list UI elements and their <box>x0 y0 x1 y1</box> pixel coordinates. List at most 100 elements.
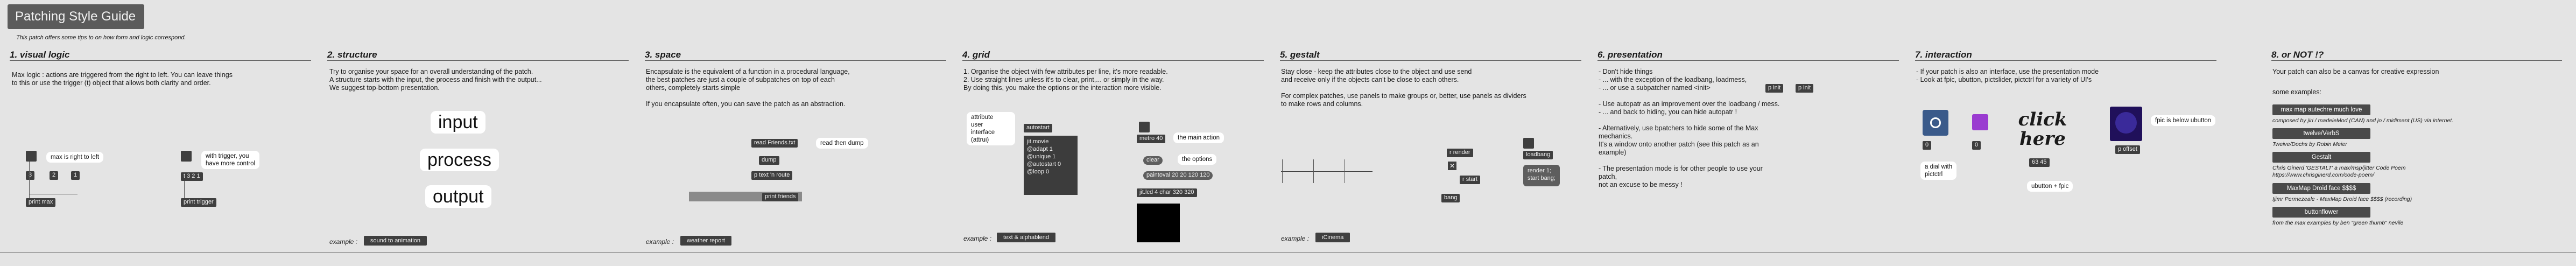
section-rule <box>962 60 1264 61</box>
section-rule <box>1915 60 2216 61</box>
comment-bubble: fpic is below ubutton <box>2151 115 2216 126</box>
p-init-object[interactable]: p init <box>1796 84 1814 93</box>
comment-bubble: ubutton + fpic <box>2027 181 2073 192</box>
example-button-text-alphablend[interactable]: text & alphablend <box>997 233 1056 242</box>
input-bubble: input <box>431 111 485 134</box>
patch-cable <box>29 162 30 198</box>
comment-bubble: max is right to left <box>46 152 104 163</box>
example-caption: Tweive/Dochs by Robin Meier <box>2272 141 2347 148</box>
metro-object[interactable]: metro 40 <box>1137 135 1166 143</box>
example-label: example : <box>329 238 358 246</box>
subpatcher-object[interactable]: p text 'n route <box>751 171 793 180</box>
example-button-icinema[interactable]: iCinema <box>1315 233 1350 242</box>
example-label: example : <box>963 235 992 242</box>
section-text: Your patch can also be a canvas for crea… <box>2272 68 2439 75</box>
output-bubble: output <box>425 185 491 208</box>
grid-column-line <box>1282 159 1283 183</box>
example-caption: Ijimr Permezeale - MaxMap Droid face $$$… <box>2272 196 2412 202</box>
process-bubble: process <box>420 149 499 171</box>
paintoval-message[interactable]: paintoval 20 20 120 120 <box>1143 171 1213 180</box>
number-box[interactable]: 1 <box>71 171 80 180</box>
p-offset-object[interactable]: p offset <box>2115 145 2140 154</box>
section-text: Encapsulate is the equivalent of a funct… <box>646 68 850 108</box>
pictslider-thumb[interactable] <box>1972 114 1988 130</box>
section-rule <box>327 60 629 61</box>
number-box[interactable]: 0 <box>1923 141 1932 150</box>
example-label: example : <box>1281 235 1310 242</box>
toggle-button[interactable] <box>26 151 37 162</box>
section-text: Try to organise your space for an overal… <box>329 68 542 92</box>
section-rule <box>1280 60 1581 61</box>
example-button-sound-to-animation[interactable]: sound to animation <box>364 236 427 246</box>
examples-label: some examples: <box>2272 88 2322 96</box>
section-heading-or-not: 8. or NOT !? <box>2271 50 2324 60</box>
fpic-image <box>2110 107 2142 141</box>
print-object[interactable]: print trigger <box>181 198 216 207</box>
section-rule <box>10 60 311 61</box>
grid-column-line <box>1313 159 1314 183</box>
jit-lcd-object[interactable]: jit.lcd 4 char 320 320 <box>1137 188 1197 197</box>
jit-movie-line: @loop 0 <box>1027 169 1050 175</box>
example-button-gestalt[interactable]: Gestalt <box>2272 152 2370 163</box>
toggle-button[interactable] <box>1139 122 1150 132</box>
galaxy-icon <box>2115 112 2137 134</box>
section-text: Stay close - keep the attributes close t… <box>1281 68 1526 108</box>
example-button-twelve-verbs[interactable]: twelve/VerbS <box>2272 128 2370 139</box>
comment-bubble: the options <box>1178 154 1217 165</box>
example-button-buttonflower[interactable]: buttonflower <box>2272 207 2370 218</box>
section-heading-space: 3. space <box>645 50 681 60</box>
comment-bubble: read then dump <box>816 138 868 149</box>
print-object[interactable]: print max <box>26 198 56 207</box>
example-button-maxmap-droid[interactable]: MaxMap Droid face $$$$ <box>2272 183 2370 194</box>
section-rule <box>645 60 946 61</box>
toggle-button[interactable] <box>181 151 192 162</box>
jit-pwindow[interactable] <box>1137 204 1180 242</box>
section-heading-structure: 2. structure <box>327 50 377 60</box>
click-here-ubutton[interactable]: click here <box>2013 110 2072 149</box>
receive-start-object[interactable]: r start <box>1460 176 1481 184</box>
dial-knob-icon <box>1930 117 1941 128</box>
render-start-message[interactable]: render 1; start bang; <box>1523 165 1560 186</box>
bottom-divider <box>0 252 2576 253</box>
number-box[interactable]: 3 <box>26 171 35 180</box>
example-caption: from the max examples by ben "green thum… <box>2272 220 2404 226</box>
print-object[interactable]: print friends <box>762 193 799 201</box>
grid-row-line <box>1281 171 1373 172</box>
receive-render-object[interactable]: r render <box>1447 149 1473 157</box>
read-message[interactable]: read Friends.txt <box>751 139 798 148</box>
section-heading-presentation: 6. presentation <box>1597 50 1663 60</box>
example-caption: Chris Ginerd 'GESTALT' a max/msp/jitter … <box>2272 165 2406 178</box>
number-box[interactable]: 0 <box>1972 141 1981 150</box>
jit-movie-line: @adapt 1 <box>1027 146 1053 152</box>
section-text: 1. Organise the object with few attribut… <box>963 68 1168 92</box>
example-button-max-map[interactable]: max map autechre much love <box>2272 104 2370 115</box>
section-rule <box>2271 60 2562 61</box>
section-heading-visual-logic: 1. visual logic <box>10 50 70 60</box>
section-text: - If your patch is also an interface, us… <box>1916 68 2099 83</box>
comment-bubble: with trigger, you have more control <box>201 151 260 169</box>
trigger-object[interactable]: t 3 2 1 <box>181 172 203 181</box>
jit-movie-line: @autostart 0 <box>1027 161 1061 167</box>
bang-button[interactable] <box>1523 138 1534 149</box>
example-caption: composed by jiri / madeleMod (CAN) and j… <box>2272 117 2454 124</box>
section-rule <box>1597 60 1899 61</box>
jit-movie-object[interactable]: jit.movie @adapt 1 @unique 1 @autostart … <box>1024 136 1078 195</box>
dump-message[interactable]: dump <box>759 156 779 165</box>
section-heading-gestalt: 5. gestalt <box>1280 50 1320 60</box>
section-heading-interaction: 7. interaction <box>1915 50 1972 60</box>
close-icon[interactable]: ✕ <box>1448 162 1456 170</box>
coordinate-display: 63 45 <box>2029 158 2050 167</box>
section-heading-grid: 4. grid <box>962 50 990 60</box>
loadbang-object[interactable]: loadbang <box>1523 151 1553 159</box>
clear-message[interactable]: clear <box>1143 156 1163 165</box>
example-button-weather-report[interactable]: weather report <box>680 236 731 246</box>
comment-bubble: the main action <box>1173 132 1224 143</box>
p-init-object[interactable]: p init <box>1765 84 1784 93</box>
pictctrl-dial[interactable] <box>1923 110 1948 136</box>
number-box[interactable]: 2 <box>50 171 59 180</box>
comment-bubble: attribute user interface (attrui) <box>967 112 1015 145</box>
comment-bubble: a dial with pictctrl <box>1920 162 1957 180</box>
bang-object[interactable]: bang <box>1441 194 1460 202</box>
attrui-object[interactable]: autostart <box>1024 124 1052 132</box>
jit-movie-line: @unique 1 <box>1027 153 1056 160</box>
